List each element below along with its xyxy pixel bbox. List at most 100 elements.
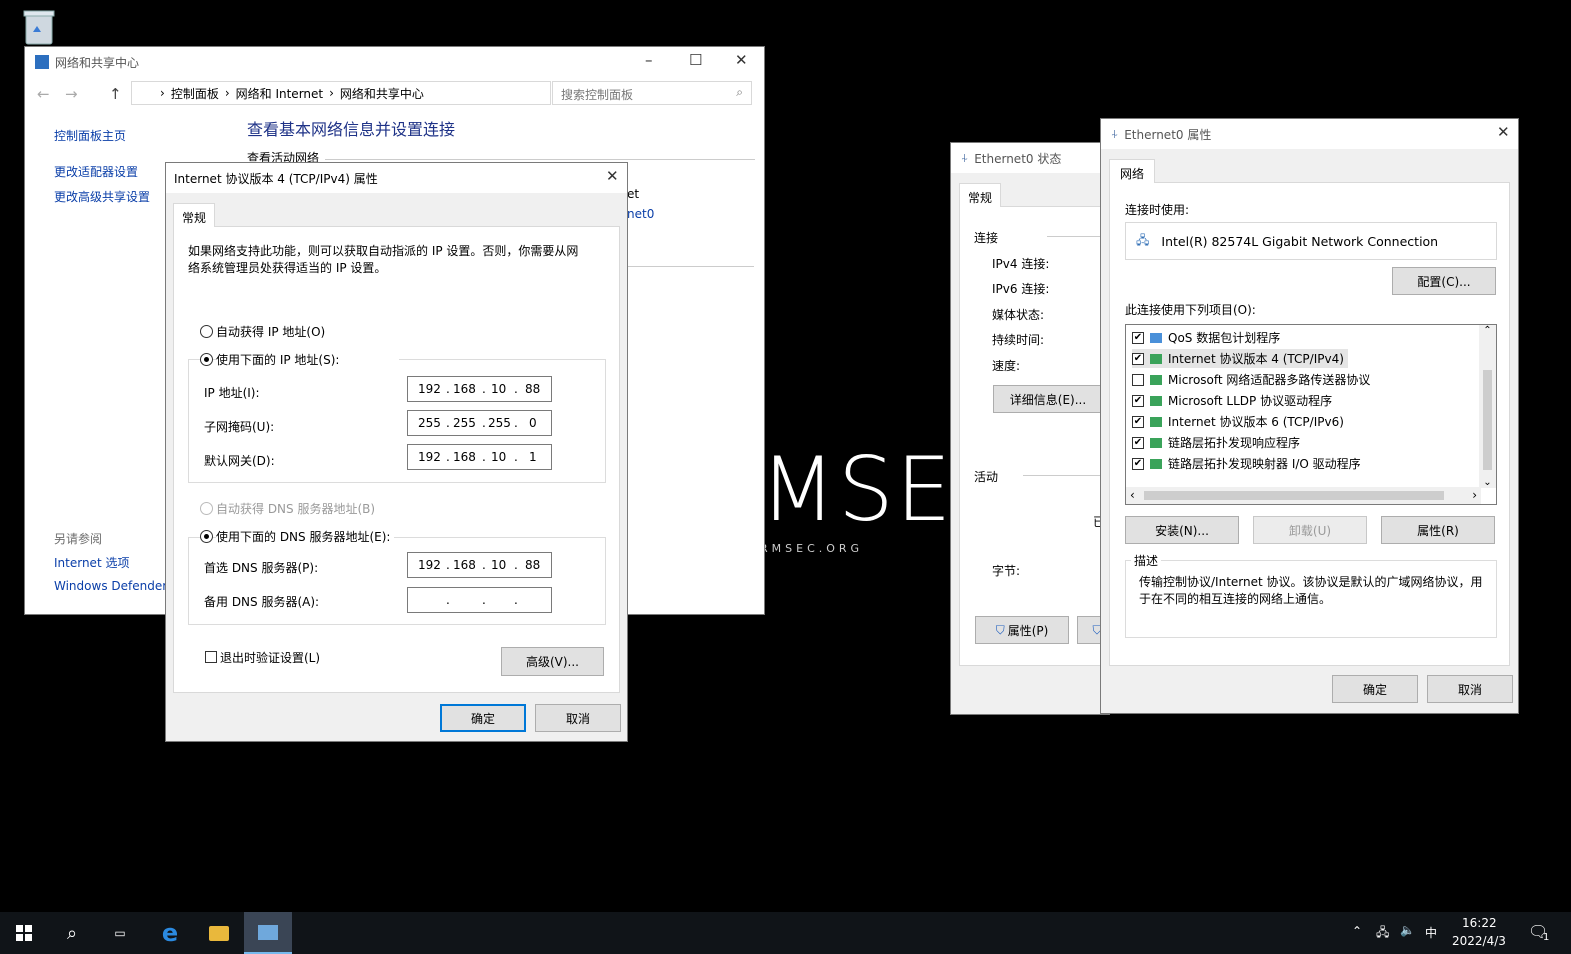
clock-date[interactable]: 2022/4/3 <box>1452 934 1506 948</box>
ok-button[interactable]: 确定 <box>1332 675 1418 703</box>
subnet-mask-label: 子网掩码(U): <box>204 420 275 434</box>
link-change-adapter[interactable]: 更改适配器设置 <box>54 163 138 180</box>
close-icon[interactable]: ✕ <box>1497 123 1510 141</box>
preferred-dns-input[interactable]: 192. 168. 10. 88 <box>407 552 552 578</box>
minimize-icon[interactable]: – <box>645 51 653 69</box>
scroll-left-icon[interactable]: ‹ <box>1130 488 1135 502</box>
up-button[interactable]: ↑ <box>109 85 122 103</box>
protocol-icon <box>1150 395 1162 406</box>
cancel-button[interactable]: 取消 <box>1427 675 1513 703</box>
connect-using-label: 连接时使用: <box>1125 203 1190 217</box>
scroll-right-icon[interactable]: › <box>1472 488 1477 502</box>
link-advanced-sharing[interactable]: 更改高级共享设置 <box>54 188 150 205</box>
subnet-mask-input[interactable]: 255. 255. 255. 0 <box>407 410 552 436</box>
auto-dns-radio[interactable] <box>200 502 213 515</box>
auto-ip-label[interactable]: 自动获得 IP 地址(O) <box>216 323 325 340</box>
horizontal-scrollbar[interactable]: ‹ › <box>1126 487 1481 504</box>
clock-time[interactable]: 16:22 <box>1462 916 1497 930</box>
scroll-up-icon[interactable]: ⌃ <box>1479 325 1496 336</box>
list-item[interactable]: ✔ Microsoft LLDP 协议驱动程序 <box>1132 391 1332 410</box>
list-item[interactable]: ✔ Internet 协议版本 4 (TCP/IPv4) <box>1132 349 1348 368</box>
control-panel-taskbar-icon[interactable] <box>244 912 292 954</box>
item-checkbox[interactable]: ✔ <box>1132 436 1144 449</box>
chevron-up-icon[interactable]: ⌃ <box>1352 924 1362 938</box>
scroll-down-icon[interactable]: ⌄ <box>1479 477 1496 488</box>
list-item[interactable]: ✔ Internet 协议版本 6 (TCP/IPv6) <box>1132 412 1344 431</box>
link-defender[interactable]: Windows Defender <box>54 579 167 593</box>
cancel-button[interactable]: 取消 <box>535 704 621 732</box>
gateway-input[interactable]: 192. 168. 10. 1 <box>407 444 552 470</box>
item-checkbox[interactable]: ✔ <box>1132 352 1144 365</box>
ime-indicator[interactable]: 中 <box>1425 924 1437 941</box>
link-control-panel-home[interactable]: 控制面板主页 <box>54 127 126 144</box>
close-icon[interactable]: ✕ <box>735 51 748 69</box>
manual-dns-label[interactable]: 使用下面的 DNS 服务器地址(E): <box>216 528 395 545</box>
link-internet-options[interactable]: Internet 选项 <box>54 554 129 571</box>
alternate-dns-input[interactable]: ... <box>407 587 552 613</box>
item-label: 链路层拓扑发现响应程序 <box>1168 436 1301 450</box>
back-button[interactable]: ← <box>37 85 50 103</box>
vertical-scrollbar[interactable]: ⌃ ⌄ <box>1479 325 1496 488</box>
gateway-label: 默认网关(D): <box>204 454 275 468</box>
manual-ip-label[interactable]: 使用下面的 IP 地址(S): <box>216 351 400 368</box>
item-checkbox[interactable]: ✔ <box>1132 331 1144 344</box>
manual-dns-radio[interactable] <box>200 530 213 543</box>
task-view-icon[interactable]: ▭ <box>96 912 144 954</box>
auto-dns-label[interactable]: 自动获得 DNS 服务器地址(B) <box>216 500 375 517</box>
search-icon[interactable]: ⌕ <box>48 912 96 954</box>
title-bar: ⍭ Ethernet0 状态 <box>951 143 1109 173</box>
configure-button[interactable]: 配置(C)... <box>1392 267 1496 295</box>
auto-ip-radio[interactable] <box>200 325 213 338</box>
start-button[interactable] <box>0 912 48 954</box>
windows-icon <box>16 925 32 941</box>
tab-networking[interactable]: 网络 <box>1109 159 1156 183</box>
description-text: 传输控制协议/Internet 协议。该协议是默认的广域网络协议，用于在不同的相… <box>1139 575 1483 606</box>
ethernet-properties-dialog: ⍭ Ethernet0 属性 ✕ 网络 连接时使用: 🖧 Intel(R) 825… <box>1100 118 1519 714</box>
properties-button[interactable]: ⛉ 属性(P) <box>975 616 1069 644</box>
breadcrumb-network-internet[interactable]: 网络和 Internet <box>236 85 323 102</box>
tab-general[interactable]: 常规 <box>959 183 1002 207</box>
item-checkbox[interactable] <box>1132 373 1144 386</box>
forward-button[interactable]: → <box>65 85 78 103</box>
dialog-title: Ethernet0 属性 <box>1124 127 1212 142</box>
details-button[interactable]: 详细信息(E)... <box>993 385 1103 413</box>
advanced-button[interactable]: 高级(V)... <box>501 647 604 676</box>
network-adapter-icon: ⍭ <box>1111 126 1119 141</box>
maximize-icon[interactable]: ☐ <box>689 51 702 69</box>
uninstall-button[interactable]: 卸载(U) <box>1253 516 1367 544</box>
scroll-thumb[interactable] <box>1144 491 1444 500</box>
breadcrumb-control-panel[interactable]: 控制面板 <box>171 85 219 102</box>
protocol-icon <box>1150 374 1162 385</box>
recycle-bin-icon[interactable] <box>20 8 58 48</box>
properties-button[interactable]: 属性(R) <box>1381 516 1495 544</box>
divider <box>628 266 754 267</box>
tab-general[interactable]: 常规 <box>173 203 216 227</box>
manual-ip-radio[interactable] <box>200 353 213 366</box>
validate-label[interactable]: 退出时验证设置(L) <box>220 649 320 666</box>
description-title: 描述 <box>1131 552 1162 569</box>
divider <box>325 159 755 160</box>
window-title: Ethernet0 状态 <box>974 151 1062 166</box>
item-checkbox[interactable]: ✔ <box>1132 394 1144 407</box>
volume-icon[interactable]: 🔈 <box>1400 923 1415 937</box>
network-tray-icon[interactable]: 🖧 <box>1376 923 1389 944</box>
item-checkbox[interactable]: ✔ <box>1132 457 1144 470</box>
breadcrumb-nsc[interactable]: 网络和共享中心 <box>340 85 424 102</box>
items-list[interactable]: ✔ QoS 数据包计划程序 ✔ Internet 协议版本 4 (TCP/IPv4) M… <box>1125 324 1497 505</box>
ok-button[interactable]: 确定 <box>440 704 526 732</box>
list-item[interactable]: ✔ 链路层拓扑发现响应程序 <box>1132 433 1300 452</box>
scroll-thumb[interactable] <box>1483 370 1492 470</box>
install-button[interactable]: 安装(N)... <box>1125 516 1239 544</box>
address-bar[interactable]: › 控制面板 › 网络和 Internet › 网络和共享中心 <box>131 81 551 105</box>
internet-explorer-icon[interactable]: e <box>146 912 194 954</box>
validate-checkbox[interactable] <box>205 651 217 663</box>
list-item[interactable]: ✔ 链路层拓扑发现映射器 I/O 驱动程序 <box>1132 454 1361 473</box>
file-explorer-icon[interactable] <box>195 912 243 954</box>
list-item[interactable]: ✔ QoS 数据包计划程序 <box>1132 328 1280 347</box>
item-checkbox[interactable]: ✔ <box>1132 415 1144 428</box>
list-item[interactable]: Microsoft 网络适配器多路传送器协议 <box>1132 370 1370 389</box>
network-link-fragment[interactable]: net0 <box>627 207 654 221</box>
search-input[interactable]: 搜索控制面板 ⌕ <box>552 81 752 105</box>
close-icon[interactable]: ✕ <box>606 167 619 185</box>
ip-address-input[interactable]: 192. 168. 10. 88 <box>407 376 552 402</box>
